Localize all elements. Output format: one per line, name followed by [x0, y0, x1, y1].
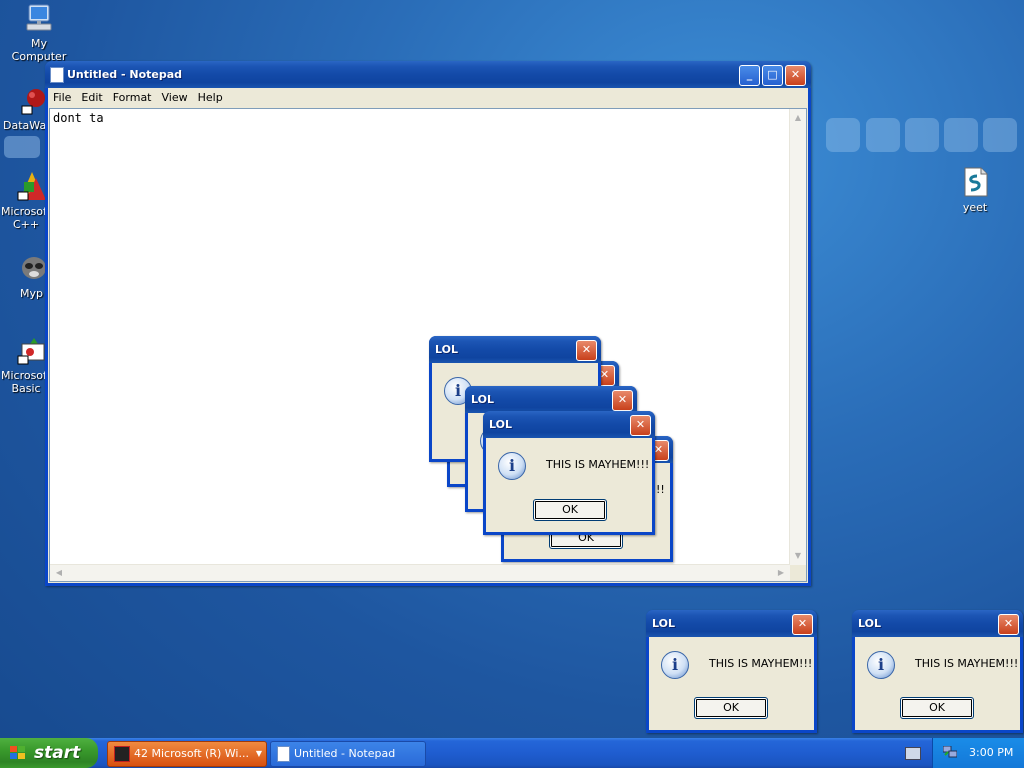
dialog-title: LOL	[471, 393, 494, 406]
dialog-titlebar[interactable]: LOL ✕	[465, 386, 637, 413]
desktop-tile	[905, 118, 939, 152]
resize-grip[interactable]	[790, 565, 806, 581]
dialog-body: i THIS IS MAYHEM!!! OK	[649, 637, 814, 730]
notepad-titlebar[interactable]: Untitled - Notepad _ □ ✕	[45, 61, 811, 88]
dialog-message: !!	[656, 483, 665, 496]
message-box: LOL ✕ i THIS IS MAYHEM!!! OK	[646, 610, 817, 733]
scroll-left-icon[interactable]: ◀	[52, 566, 66, 580]
text-editor[interactable]: dont ta ▲ ▼ ◀ ▶	[49, 108, 807, 582]
dialog-body: i THIS IS MAYHEM!!! OK	[486, 438, 652, 532]
start-label: start	[34, 743, 81, 763]
dialog-titlebar[interactable]: LOL ✕	[429, 336, 601, 363]
dialog-title: LOL	[489, 418, 512, 431]
desktop-icon-label: DataWa	[3, 119, 46, 132]
my-computer-icon	[23, 2, 55, 34]
dialog-titlebar[interactable]: LOL ✕	[852, 610, 1023, 637]
desktop-tile	[866, 118, 900, 152]
desktop-icon-label: Myp	[20, 287, 43, 300]
menu-format[interactable]: Format	[108, 88, 157, 104]
close-button[interactable]: ✕	[612, 390, 633, 411]
dialog-message: THIS IS MAYHEM!!!	[915, 657, 1019, 670]
close-button[interactable]: ✕	[630, 415, 651, 436]
desktop-icon-my-computer[interactable]: My Computer	[2, 2, 76, 63]
dialog-title: LOL	[652, 617, 675, 630]
minimize-button[interactable]: _	[739, 65, 760, 86]
microsoft-cpp-icon	[16, 170, 48, 202]
desktop-icon-datawave[interactable]: DataWa	[0, 84, 46, 158]
menu-file[interactable]: File	[48, 88, 76, 104]
notepad-icon	[277, 746, 290, 762]
notepad-icon	[50, 67, 64, 83]
clock[interactable]: 3:00 PM	[969, 746, 1013, 759]
dialog-titlebar[interactable]: LOL ✕	[483, 411, 655, 438]
editor-content[interactable]: dont ta	[53, 111, 104, 125]
desktop-tile	[983, 118, 1017, 152]
desktop-icon-label: yeet	[962, 201, 988, 214]
datawave-icon	[20, 84, 46, 116]
windows-flag-icon	[10, 746, 26, 760]
taskbar-item-notepad[interactable]: Untitled - Notepad	[270, 741, 426, 767]
dialog-title: LOL	[858, 617, 881, 630]
dialog-titlebar[interactable]: LOL ✕	[646, 610, 817, 637]
console-app-icon	[114, 746, 130, 762]
info-icon: i	[867, 651, 895, 679]
microsoft-basic-icon	[16, 334, 48, 366]
message-box: LOL ✕ i THIS IS MAYHEM!!! OK	[852, 610, 1023, 733]
close-button[interactable]: ✕	[576, 340, 597, 361]
dialog-title: LOL	[435, 343, 458, 356]
desktop-icon-label: My Computer	[11, 37, 67, 63]
close-button[interactable]: ✕	[785, 65, 806, 86]
message-box-front: LOL ✕ i THIS IS MAYHEM!!! OK	[483, 411, 655, 535]
raccoon-icon	[18, 252, 46, 284]
taskbar-item-console[interactable]: 42 Microsoft (R) Wi... ▼	[107, 741, 267, 767]
notepad-window: Untitled - Notepad _ □ ✕ File Edit Format V…	[45, 61, 811, 586]
script-file-icon	[959, 166, 991, 198]
maximize-button[interactable]: □	[762, 65, 783, 86]
ok-button[interactable]: OK	[900, 697, 974, 719]
close-button[interactable]: ✕	[998, 614, 1019, 635]
chevron-down-icon: ▼	[255, 749, 262, 758]
dialog-message: THIS IS MAYHEM!!!	[709, 657, 813, 670]
scroll-up-icon[interactable]: ▲	[791, 111, 805, 125]
scroll-down-icon[interactable]: ▼	[791, 549, 805, 563]
menu-bar: File Edit Format View Help	[48, 88, 808, 107]
scroll-right-icon[interactable]: ▶	[774, 566, 788, 580]
keyboard-icon[interactable]	[905, 747, 921, 760]
desktop-icon-myp[interactable]: Myp	[0, 252, 46, 300]
notepad-client: File Edit Format View Help dont ta ▲ ▼ ◀ ▶	[48, 88, 808, 583]
taskbar-item-label: Untitled - Notepad	[294, 747, 396, 760]
ok-button[interactable]: OK	[694, 697, 768, 719]
dialog-message: THIS IS MAYHEM!!!	[546, 458, 650, 471]
taskbar-item-label: 42 Microsoft (R) Wi...	[134, 747, 249, 760]
ok-button[interactable]: OK	[533, 499, 607, 521]
desktop-tile	[944, 118, 978, 152]
window-title: Untitled - Notepad	[67, 68, 183, 81]
horizontal-scrollbar[interactable]: ◀ ▶	[50, 564, 790, 581]
dialog-body: i THIS IS MAYHEM!!! OK	[855, 637, 1020, 730]
menu-help[interactable]: Help	[193, 88, 228, 104]
taskbar: start 42 Microsoft (R) Wi... ▼ Untitled …	[0, 738, 1024, 768]
menu-edit[interactable]: Edit	[76, 88, 107, 104]
network-icon[interactable]	[942, 745, 958, 758]
close-button[interactable]: ✕	[792, 614, 813, 635]
info-icon: i	[661, 651, 689, 679]
start-button[interactable]: start	[0, 738, 98, 768]
desktop-tile	[826, 118, 860, 152]
info-icon: i	[498, 452, 526, 480]
menu-view[interactable]: View	[157, 88, 193, 104]
system-tray: 3:00 PM	[932, 738, 1024, 768]
desktop-icon-yeet[interactable]: yeet	[938, 166, 1012, 214]
vertical-scrollbar[interactable]: ▲ ▼	[789, 109, 806, 565]
